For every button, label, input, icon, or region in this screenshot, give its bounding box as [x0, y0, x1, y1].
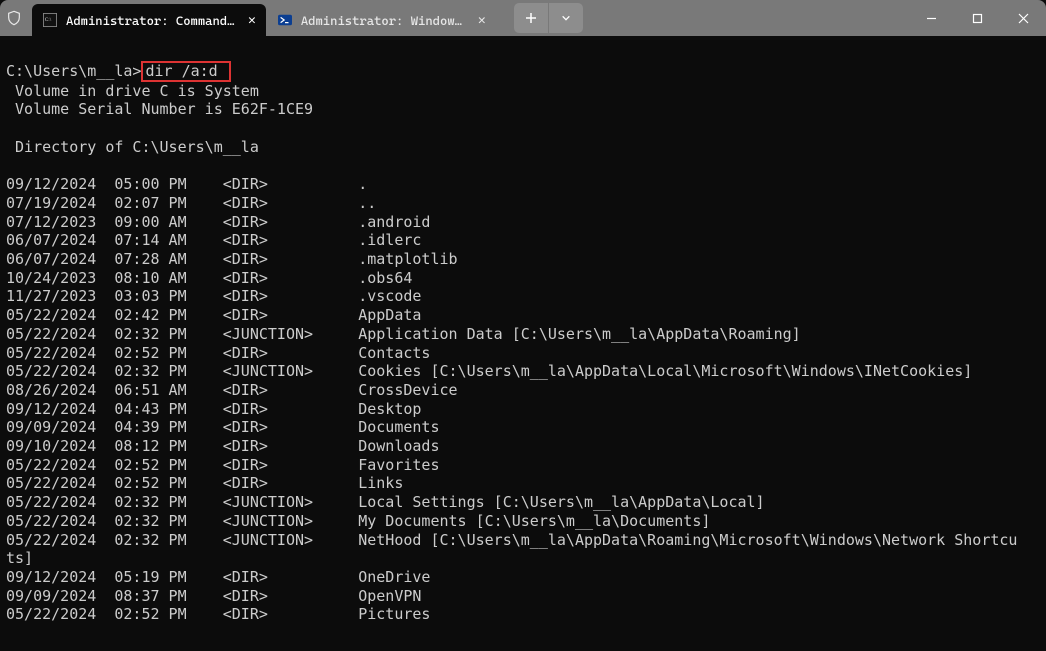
minimize-button[interactable] — [908, 0, 954, 36]
new-tab-button[interactable] — [514, 3, 548, 33]
terminal-output[interactable]: C:\Users\m__la>dir /a:d Volume in drive … — [0, 36, 1046, 624]
close-window-button[interactable] — [1000, 0, 1046, 36]
close-icon[interactable]: ✕ — [248, 13, 256, 28]
tab-cmd[interactable]: C:\ Administrator: Command Pro ✕ — [32, 4, 266, 36]
tab-label: Administrator: Command Pro — [66, 13, 236, 28]
newtab-group — [514, 3, 583, 33]
tab-dropdown-button[interactable] — [549, 3, 583, 33]
close-icon[interactable]: ✕ — [478, 13, 486, 28]
titlebar: C:\ Administrator: Command Pro ✕ Adminis… — [0, 0, 1046, 36]
maximize-button[interactable] — [954, 0, 1000, 36]
tabs-row: C:\ Administrator: Command Pro ✕ Adminis… — [32, 0, 496, 36]
shield-icon — [0, 10, 28, 26]
window-controls — [908, 0, 1046, 36]
tab-label: Administrator: Windows Power — [301, 13, 466, 28]
svg-text:C:\: C:\ — [45, 17, 52, 23]
tab-powershell[interactable]: Administrator: Windows Power ✕ — [267, 4, 496, 36]
cmd-icon: C:\ — [42, 12, 58, 28]
highlighted-command: dir /a:d — [141, 61, 230, 82]
powershell-icon — [277, 12, 293, 28]
